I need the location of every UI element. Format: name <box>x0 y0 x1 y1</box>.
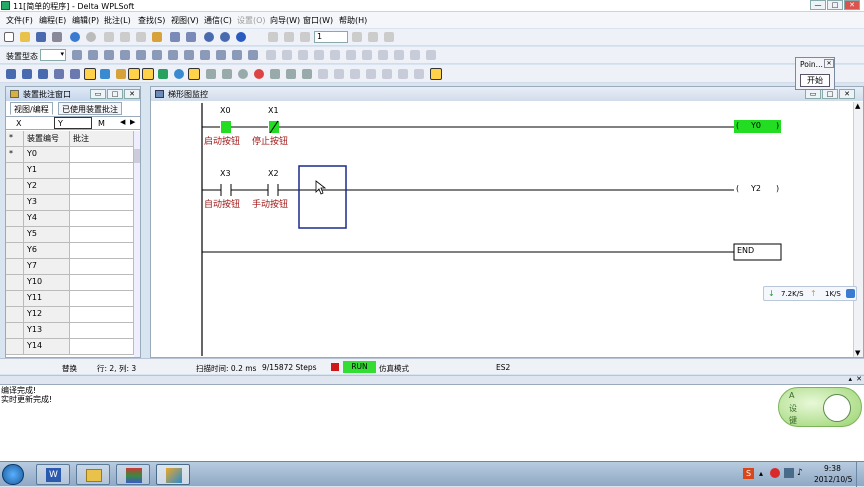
tray-arrow-icon[interactable]: ▴ <box>759 469 763 478</box>
simulation-mode-status: 仿真模式 <box>379 364 409 373</box>
assistant-widget[interactable]: A 设 键 <box>778 387 862 427</box>
rung1-coil-close: ) <box>776 121 780 130</box>
upload-speed: 1K/S <box>825 290 841 298</box>
splitter-bar[interactable]: ▴ ✕ <box>0 375 864 384</box>
rung1-coil-open: ( <box>736 121 740 130</box>
end-label: END <box>737 246 755 255</box>
steps-status: 9/15872 Steps <box>262 363 317 372</box>
clock-date[interactable]: 2012/10/5 <box>814 475 852 484</box>
download-speed: 7.2K/S <box>781 290 804 298</box>
taskbar-archive[interactable] <box>116 464 150 485</box>
assistant-text-c: 键 <box>789 416 797 425</box>
download-arrow-icon: ↓ <box>768 289 775 298</box>
run-status: RUN <box>343 361 376 373</box>
rung2-x2-label: X2 <box>268 169 279 178</box>
edit-cursor-box[interactable] <box>298 165 347 229</box>
output-window: 编译完成! 实时更新完成! A 设 键 <box>0 384 864 462</box>
tray-volume-icon[interactable]: ♪ <box>797 468 803 478</box>
cursor-position-status: 行: 2, 列: 3 <box>97 364 137 373</box>
rung1-x1-label: X1 <box>268 106 279 115</box>
splitter-up-icon[interactable]: ▴ <box>848 375 852 383</box>
scan-time-status: 扫描时间: 0.2 ms <box>196 364 257 373</box>
rung1-x0-comment: 启动按钮 <box>204 137 241 147</box>
output-line-2: 实时更新完成! <box>1 395 53 404</box>
rung2-coil-open: ( <box>736 184 740 193</box>
stop-indicator-icon <box>331 363 339 371</box>
rung2-x2-comment: 手动按钮 <box>252 200 289 210</box>
mouse-pointer-icon <box>315 180 327 195</box>
archive-icon <box>126 468 142 483</box>
tray-s-icon[interactable]: S <box>743 468 754 479</box>
tray-security-icon[interactable] <box>770 468 780 478</box>
edit-mode-status: 替换 <box>62 364 77 373</box>
status-bar: 替换 行: 2, 列: 3 扫描时间: 0.2 ms 9/15872 Steps… <box>0 358 864 374</box>
network-monitor-icon[interactable] <box>846 289 855 298</box>
output-line-1: 编译完成! <box>1 386 37 395</box>
tray-network-icon[interactable] <box>784 468 794 478</box>
rung2-coil-label: Y2 <box>751 184 761 193</box>
taskbar-word[interactable]: W <box>36 464 70 485</box>
explorer-folder-icon <box>86 469 102 482</box>
rung2-x3-label: X3 <box>220 169 231 178</box>
rung2-coil-close: ) <box>776 184 780 193</box>
splitter-close-icon[interactable]: ✕ <box>856 375 862 383</box>
clock-time[interactable]: 9:38 <box>824 464 841 473</box>
upload-arrow-icon: ↑ <box>810 289 817 298</box>
word-icon: W <box>46 468 61 482</box>
plc-model-status: ES2 <box>496 363 511 372</box>
assistant-mascot-icon <box>823 394 851 422</box>
rung1-contact-x0[interactable] <box>221 121 231 133</box>
rung1-coil-label: Y0 <box>751 121 761 130</box>
taskbar-explorer[interactable] <box>76 464 110 485</box>
popup-close-button[interactable]: ✕ <box>824 59 834 68</box>
network-speed-widget: ↓ 7.2K/S ↑ 1K/S <box>763 286 857 301</box>
rung2-x3-comment: 自动按钮 <box>204 200 241 210</box>
show-desktop-button[interactable] <box>856 462 864 487</box>
pointer-popup: Poin... ✕ 开始 <box>795 57 835 90</box>
taskbar: W S ▴ ♪ 9:38 2012/10/5 <box>0 461 864 487</box>
taskbar-wplsoft[interactable] <box>156 464 190 485</box>
popup-start-button[interactable]: 开始 <box>800 74 830 87</box>
rung1-x0-label: X0 <box>220 106 231 115</box>
assistant-text-b: 设 <box>789 404 797 413</box>
start-button[interactable] <box>2 464 24 485</box>
rung1-x1-comment: 停止按钮 <box>252 137 289 147</box>
popup-title: Poin... <box>800 60 823 69</box>
assistant-text-a: A <box>789 391 795 400</box>
wplsoft-icon <box>166 468 182 483</box>
